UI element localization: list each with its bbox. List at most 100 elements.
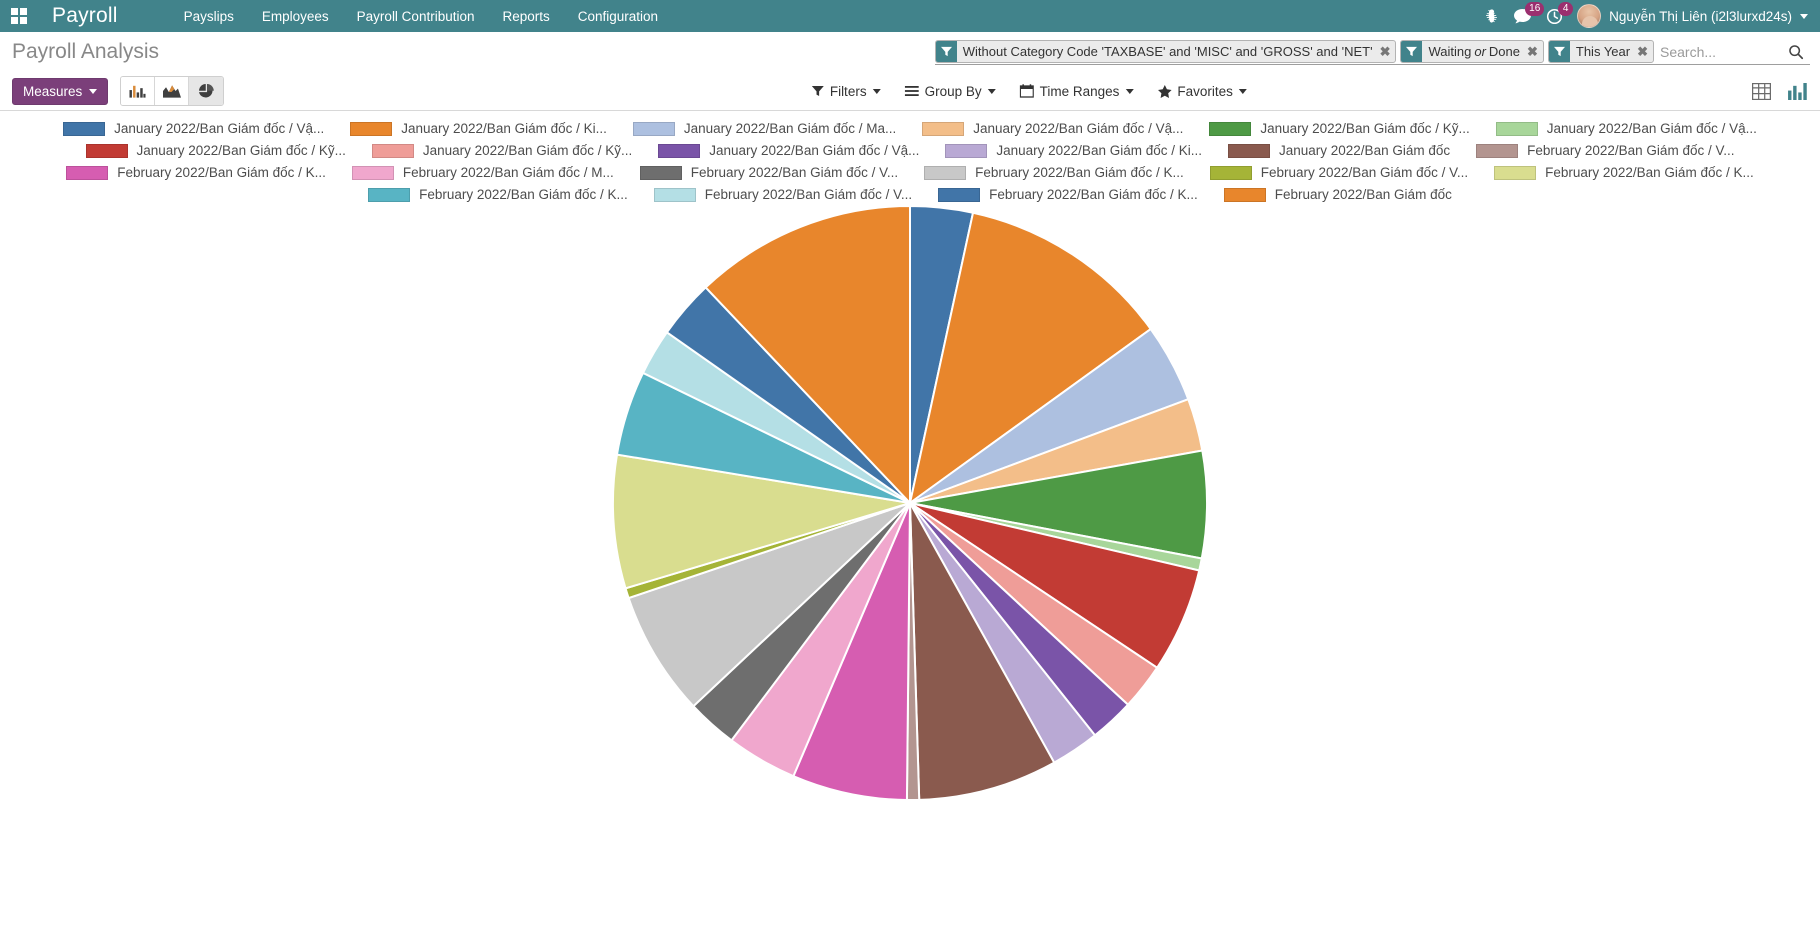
main-menu: Payslips Employees Payroll Contribution … [170, 3, 672, 30]
bug-icon[interactable] [1484, 8, 1499, 24]
filters-menu[interactable]: Filters [800, 79, 893, 104]
legend-item[interactable]: January 2022/Ban Giám đốc [1228, 143, 1450, 158]
legend-swatch [653, 187, 696, 202]
legend-label: January 2022/Ban Giám đốc / Kỹ... [1260, 121, 1470, 136]
legend-item[interactable]: January 2022/Ban Giám đốc / Kỹ... [371, 143, 633, 158]
pie-chart-button[interactable] [189, 77, 224, 105]
menu-item-reports[interactable]: Reports [488, 3, 563, 30]
search-facet-category-code[interactable]: Without Category Code 'TAXBASE' and 'MIS… [934, 40, 1397, 63]
legend-swatch [1209, 121, 1252, 136]
legend-label: February 2022/Ban Giám đốc / V... [1260, 165, 1469, 180]
legend-label: February 2022/Ban Giám đốc / V... [690, 165, 899, 180]
pivot-view-button[interactable] [1748, 78, 1774, 104]
filter-icon [811, 86, 824, 96]
legend-swatch [632, 121, 675, 136]
legend-swatch [1494, 165, 1537, 180]
menu-item-payslips[interactable]: Payslips [170, 3, 248, 30]
legend-item[interactable]: February 2022/Ban Giám đốc / K... [66, 165, 326, 180]
legend-swatch [658, 143, 701, 158]
legend-item[interactable]: February 2022/Ban Giám đốc / M... [351, 165, 614, 180]
menu-item-employees[interactable]: Employees [248, 3, 343, 30]
timeranges-menu[interactable]: Time Ranges [1008, 79, 1146, 104]
chart-type-button-group [120, 76, 225, 106]
measures-label: Measures [23, 83, 83, 99]
user-menu[interactable]: Nguyễn Thị Liên (i2l3lurxd24s) [1577, 4, 1808, 28]
search-view: Without Category Code 'TAXBASE' and 'MIS… [934, 39, 1810, 65]
legend-label: January 2022/Ban Giám đốc / Vậ... [114, 121, 325, 136]
legend-item[interactable]: February 2022/Ban Giám đốc / V... [1209, 165, 1469, 180]
legend-label: January 2022/Ban Giám đốc / Kỹ... [422, 143, 633, 158]
legend-item[interactable]: February 2022/Ban Giám đốc / K... [1494, 165, 1754, 180]
legend-label: January 2022/Ban Giám đốc / Kỹ... [136, 143, 346, 158]
legend-swatch [66, 165, 109, 180]
legend-swatch [85, 143, 128, 158]
facet-remove-icon[interactable]: ✖ [1377, 41, 1396, 62]
legend-item[interactable]: January 2022/Ban Giám đốc / Vậ... [658, 143, 919, 158]
legend-label: February 2022/Ban Giám đốc / K... [1545, 165, 1754, 180]
timeranges-label: Time Ranges [1039, 83, 1120, 99]
legend-item[interactable]: January 2022/Ban Giám đốc / Ki... [945, 143, 1202, 158]
favorites-label: Favorites [1177, 83, 1233, 99]
chevron-down-icon [1125, 88, 1134, 94]
legend-swatch [924, 165, 967, 180]
chevron-down-icon [987, 88, 996, 94]
facet-value: This Year [1575, 44, 1631, 59]
legend-label: February 2022/Ban Giám đốc / V... [704, 187, 913, 202]
facet-remove-icon[interactable]: ✖ [1524, 41, 1543, 62]
user-name: Nguyễn Thị Liên (i2l3lurxd24s) [1609, 8, 1792, 24]
control-panel: Payroll Analysis Without Category Code '… [0, 32, 1820, 111]
control-panel-menus: Filters Group By Time Ranges Favorites [800, 79, 1259, 104]
legend-swatch [1223, 187, 1266, 202]
table-icon [1751, 82, 1771, 100]
legend-label: February 2022/Ban Giám đốc / M... [402, 165, 614, 180]
bar-chart-button[interactable] [121, 77, 156, 105]
menu-item-payroll-contribution[interactable]: Payroll Contribution [343, 3, 489, 30]
legend-item[interactable]: February 2022/Ban Giám đốc / K... [938, 187, 1198, 202]
legend-label: January 2022/Ban Giám đốc / Vậ... [973, 121, 1184, 136]
legend-swatch [945, 143, 988, 158]
search-icon[interactable] [1778, 40, 1810, 64]
legend-label: February 2022/Ban Giám đốc / K... [975, 165, 1184, 180]
favorites-menu[interactable]: Favorites [1145, 79, 1259, 104]
legend-item[interactable]: January 2022/Ban Giám đốc / Kỹ... [1209, 121, 1470, 136]
legend-label: January 2022/Ban Giám đốc / Vậ... [1546, 121, 1757, 136]
messages-icon[interactable]: 16 [1513, 1, 1545, 25]
activities-count-badge: 4 [1558, 1, 1574, 16]
legend-item[interactable]: January 2022/Ban Giám đốc / Vậ... [63, 121, 324, 136]
legend-label: February 2022/Ban Giám đốc [1274, 187, 1452, 202]
search-input[interactable] [1658, 39, 1778, 64]
legend-swatch [63, 121, 106, 136]
legend-item[interactable]: February 2022/Ban Giám đốc / K... [368, 187, 628, 202]
area-chart-icon [162, 85, 181, 98]
legend-item[interactable]: February 2022/Ban Giám đốc / V... [639, 165, 899, 180]
search-facet-period[interactable]: This Year ✖ [1547, 40, 1654, 63]
groupby-label: Group By [924, 83, 982, 99]
legend-item[interactable]: January 2022/Ban Giám đốc / Vậ... [922, 121, 1183, 136]
search-facet-state[interactable]: Waiting or Done ✖ [1400, 40, 1544, 63]
legend-swatch [350, 121, 393, 136]
apps-grid-icon[interactable] [8, 5, 30, 27]
app-brand-payroll[interactable]: Payroll [52, 4, 118, 28]
legend-item[interactable]: February 2022/Ban Giám đốc [1223, 187, 1452, 202]
facet-remove-icon[interactable]: ✖ [1634, 41, 1653, 62]
legend-item[interactable]: January 2022/Ban Giám đốc / Ma... [632, 121, 896, 136]
legend-swatch [351, 165, 394, 180]
legend-item[interactable]: February 2022/Ban Giám đốc / V... [1476, 143, 1734, 158]
activities-clock-icon[interactable]: 4 [1546, 1, 1574, 25]
legend-item[interactable]: January 2022/Ban Giám đốc / Kỹ... [85, 143, 346, 158]
pie-chart-legend: January 2022/Ban Giám đốc / Vậ... January… [0, 111, 1820, 206]
menu-item-configuration[interactable]: Configuration [564, 3, 672, 30]
graph-view-button[interactable] [1784, 78, 1810, 104]
pie-chart[interactable] [610, 203, 1210, 803]
legend-item[interactable]: January 2022/Ban Giám đốc / Vậ... [1495, 121, 1757, 136]
facet-value: Waiting or Done [1422, 41, 1524, 62]
chevron-down-icon [872, 88, 881, 94]
line-chart-button[interactable] [155, 77, 190, 105]
legend-label: January 2022/Ban Giám đốc / Vậ... [709, 143, 920, 158]
measures-button[interactable]: Measures [12, 77, 109, 105]
legend-item[interactable]: January 2022/Ban Giám đốc / Ki... [350, 121, 607, 136]
groupby-menu[interactable]: Group By [893, 79, 1008, 104]
legend-item[interactable]: February 2022/Ban Giám đốc / K... [924, 165, 1184, 180]
legend-label: January 2022/Ban Giám đốc / Ki... [996, 143, 1202, 158]
legend-item[interactable]: February 2022/Ban Giám đốc / V... [653, 187, 913, 202]
